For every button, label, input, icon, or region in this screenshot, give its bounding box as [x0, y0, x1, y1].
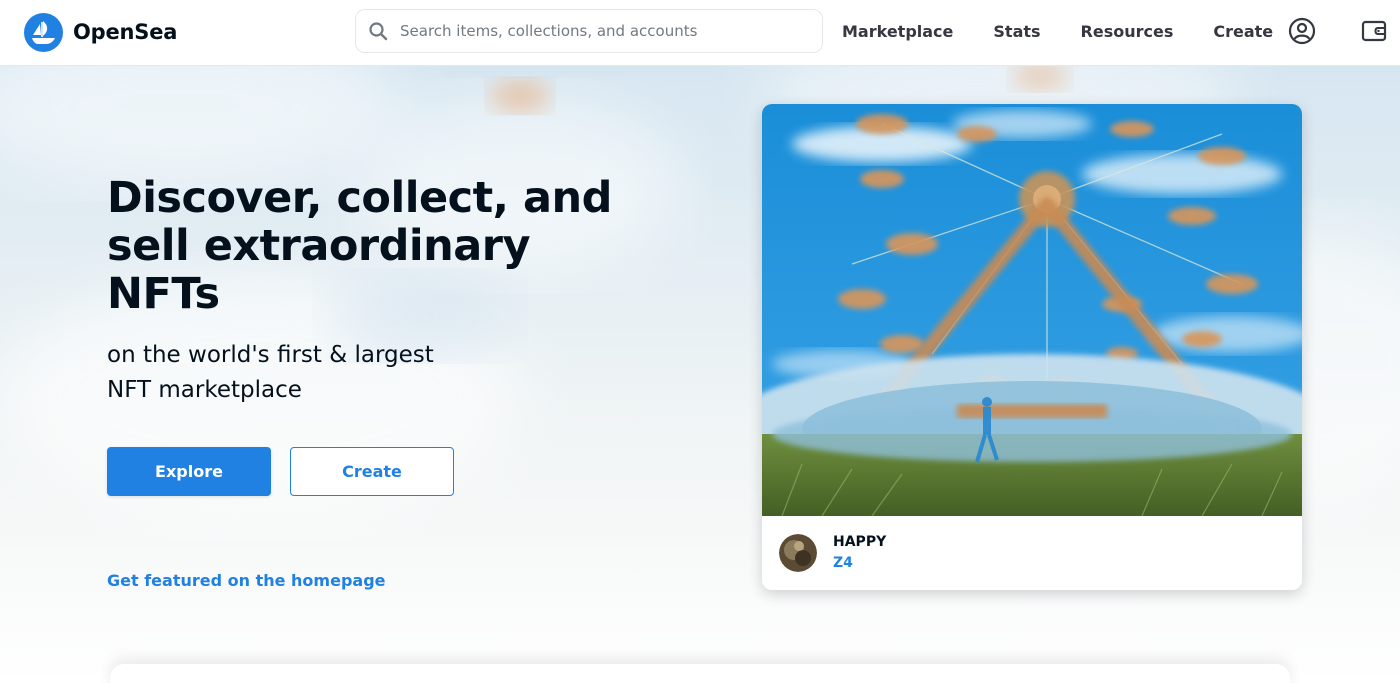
search-icon [356, 21, 400, 41]
wallet-icon[interactable] [1358, 15, 1390, 47]
card-footer: HAPPY Z4 [762, 516, 1302, 590]
nav-resources[interactable]: Resources [1081, 22, 1174, 41]
top-navbar: OpenSea Marketplace Stats Resources Crea… [0, 0, 1400, 66]
featured-nft-card[interactable]: HAPPY Z4 [762, 104, 1302, 590]
nft-creator-link[interactable]: Z4 [833, 555, 853, 571]
opensea-logo-icon [24, 12, 63, 52]
user-circle-icon[interactable] [1286, 15, 1318, 47]
nav-stats[interactable]: Stats [993, 22, 1040, 41]
ferris-wheel-artwork[interactable] [762, 104, 1302, 516]
get-featured-link[interactable]: Get featured on the homepage [107, 571, 386, 590]
nav-create[interactable]: Create [1213, 22, 1273, 41]
explore-button[interactable]: Explore [107, 447, 271, 496]
nft-title: HAPPY [833, 534, 887, 550]
hero-subheadline: on the world's first & largest NFT marke… [107, 342, 434, 403]
main-nav: Marketplace Stats Resources Create [842, 18, 1273, 44]
nav-marketplace[interactable]: Marketplace [842, 22, 953, 41]
hero-headline: Discover, collect, and sell extraordinar… [107, 173, 612, 319]
create-button[interactable]: Create [290, 447, 454, 496]
brand-home-link[interactable]: OpenSea [24, 12, 177, 52]
next-section-edge [110, 664, 1290, 683]
search-bar [355, 9, 823, 53]
creator-avatar[interactable] [779, 534, 817, 572]
search-input[interactable] [400, 11, 822, 51]
hero-section: Discover, collect, and sell extraordinar… [0, 66, 1400, 683]
brand-name: OpenSea [73, 20, 178, 44]
